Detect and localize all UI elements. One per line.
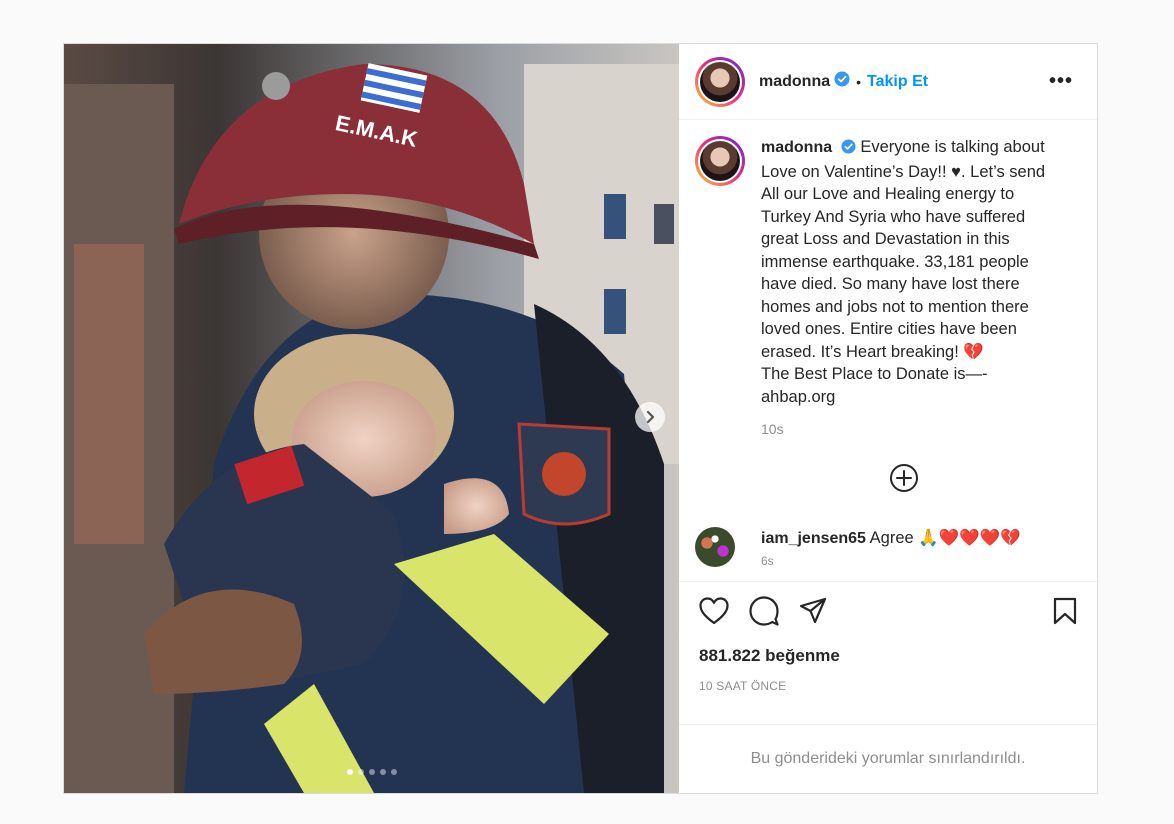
- caption-line: Love on Valentine’s Day!! ♥. Let’s send: [761, 162, 1046, 181]
- caption-line: Everyone is talking about: [860, 138, 1045, 156]
- comment-time: 6s: [761, 553, 774, 568]
- caption-time: 10s: [761, 421, 784, 437]
- likes-count[interactable]: 881.822 beğenme: [699, 646, 1077, 666]
- carousel-dot: [346, 769, 353, 775]
- plus-circle-icon: [890, 463, 918, 492]
- comment-button[interactable]: [749, 596, 779, 626]
- caption-username[interactable]: madonna: [761, 139, 832, 156]
- next-image-button[interactable]: [635, 402, 665, 432]
- carousel-dot: [357, 769, 364, 775]
- avatar[interactable]: [695, 56, 745, 107]
- more-options-button[interactable]: •••: [1049, 70, 1081, 93]
- load-more-comments-button[interactable]: [727, 463, 1081, 493]
- comment-text: Agree 🙏❤️❤️❤️💔: [869, 528, 1021, 547]
- post-photo: E.M.A.K: [64, 44, 679, 793]
- caption-line: have died. So many have lost there: [761, 275, 1020, 293]
- caption-text: madonna Everyone is talking about Love on…: [761, 136, 1061, 441]
- caption-line: erased. It’s Heart breaking! 💔: [761, 342, 984, 361]
- share-button[interactable]: [799, 597, 827, 625]
- send-icon: [799, 597, 827, 624]
- post-dialog: E.M.A.K madonna • Takip Et ••• madonna E…: [63, 43, 1098, 794]
- caption-line: homes and jobs not to mention there: [761, 297, 1029, 316]
- post-header: madonna • Takip Et •••: [679, 44, 1097, 120]
- carousel-dot: [390, 769, 397, 775]
- caption-line: Turkey And Syria who have suffered: [761, 207, 1026, 226]
- like-button[interactable]: [699, 597, 729, 625]
- caption-line: loved ones. Entire cities have been: [761, 320, 1017, 338]
- verified-icon: [834, 71, 850, 92]
- caption-avatar[interactable]: [695, 136, 745, 186]
- header-separator: •: [856, 73, 862, 90]
- comment-icon: [749, 596, 779, 626]
- caption-line: All our Love and Healing energy to: [761, 185, 1015, 203]
- comments-section[interactable]: madonna Everyone is talking about Love on…: [679, 120, 1097, 581]
- carousel-dot: [368, 769, 375, 775]
- caption-body: Everyone is talking about Love on Valenti…: [761, 138, 1045, 406]
- comment-avatar[interactable]: [695, 526, 735, 567]
- save-button[interactable]: [1053, 597, 1077, 625]
- post-time-ago: 10 SAAT ÖNCE: [699, 679, 787, 693]
- comment-item: iam_jensen65 Agree 🙏❤️❤️❤️💔 6s: [695, 526, 1081, 572]
- post-actions: 881.822 beğenme 10 SAAT ÖNCE: [679, 581, 1097, 724]
- comment-username[interactable]: iam_jensen65: [761, 530, 866, 547]
- caption-line: great Loss and Devastation in this: [761, 230, 1010, 248]
- carousel-indicator: [64, 769, 679, 775]
- chevron-right-icon: [646, 410, 655, 424]
- verified-icon: [841, 138, 856, 161]
- carousel-dot: [379, 769, 386, 775]
- post-image[interactable]: E.M.A.K: [64, 44, 679, 793]
- caption-line: ahbap.org: [761, 387, 836, 406]
- post-username[interactable]: madonna: [759, 73, 830, 91]
- heart-icon: [699, 597, 729, 625]
- comments-limited-notice: Bu gönderideki yorumlar sınırlandırıldı.: [679, 724, 1097, 793]
- follow-button[interactable]: Takip Et: [867, 73, 928, 91]
- caption-line: The Best Place to Donate is—-: [761, 365, 988, 383]
- post-caption: madonna Everyone is talking about Love on…: [695, 136, 1081, 441]
- bookmark-icon: [1053, 597, 1077, 625]
- caption-line: immense earthquake. 33,181 people: [761, 252, 1029, 271]
- post-sidebar: madonna • Takip Et ••• madonna Everyone …: [679, 44, 1097, 793]
